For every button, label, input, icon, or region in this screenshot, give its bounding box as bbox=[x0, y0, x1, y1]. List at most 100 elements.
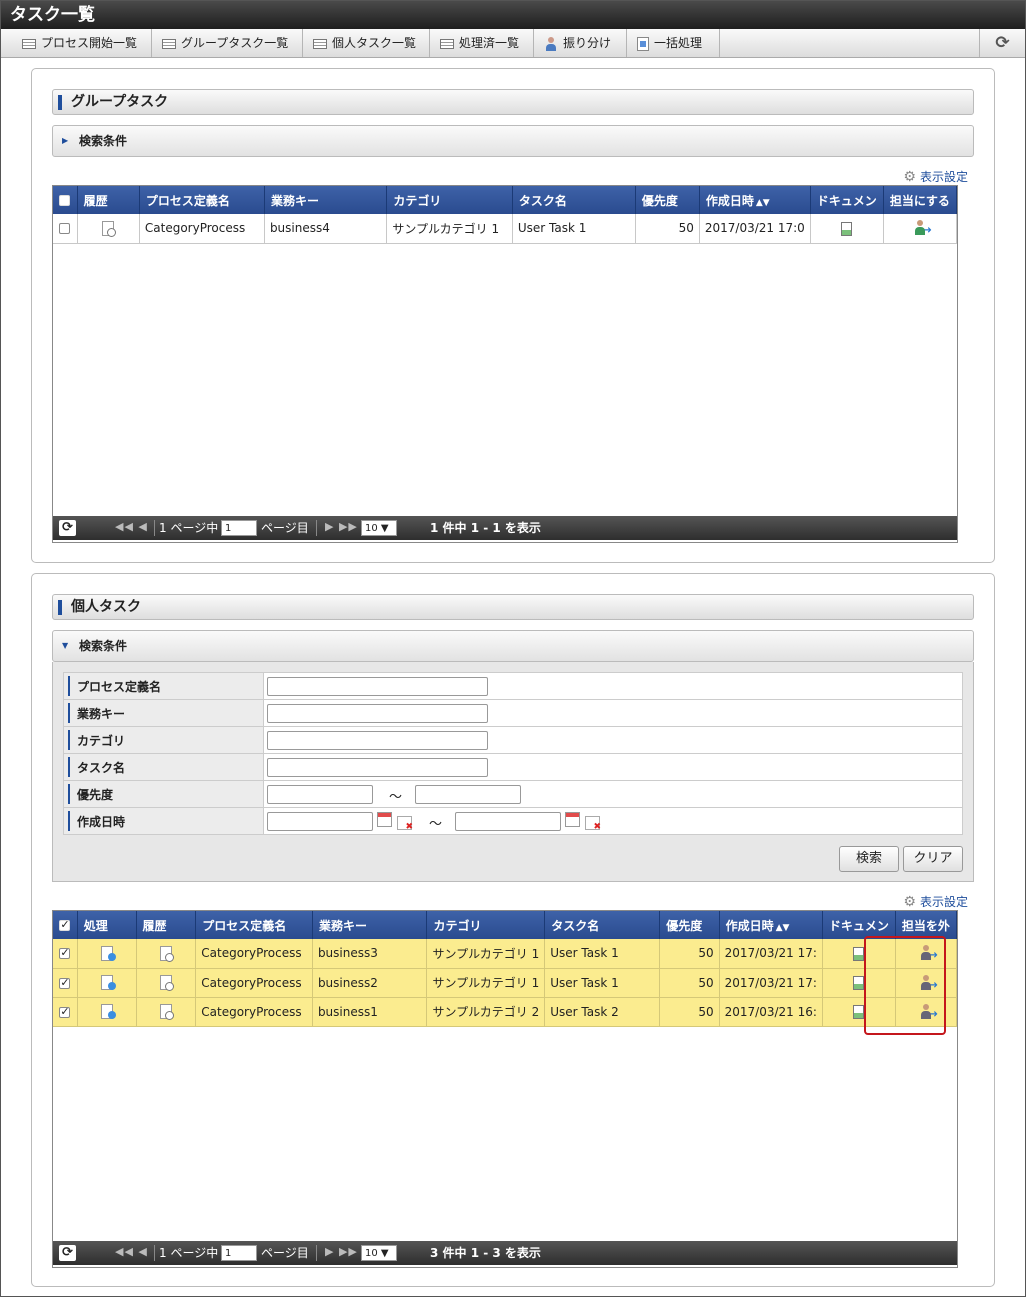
cell-key: business4 bbox=[264, 214, 388, 244]
history-icon[interactable] bbox=[136, 968, 197, 998]
gear-icon: ⚙ bbox=[903, 169, 916, 185]
col-unassign[interactable]: 担当を外 bbox=[895, 911, 958, 939]
process-icon[interactable] bbox=[77, 939, 137, 969]
calendar-icon[interactable] bbox=[565, 812, 580, 827]
col-process-name[interactable]: プロセス定義名 bbox=[195, 911, 313, 939]
table-row[interactable]: CategoryProcess business2 サンプルカテゴリ 1 Use… bbox=[53, 968, 958, 998]
col-priority[interactable]: 優先度 bbox=[659, 911, 720, 939]
process-name-input[interactable] bbox=[267, 677, 488, 696]
table-row[interactable]: CategoryProcess business4 サンプルカテゴリ 1 Use… bbox=[53, 214, 958, 244]
caret-down-icon: ▼ bbox=[62, 641, 69, 650]
col-business-key[interactable]: 業務キー bbox=[264, 186, 388, 214]
page-size-select[interactable]: 10 ▼ bbox=[361, 1245, 397, 1261]
toolbar-assign[interactable]: 振り分け bbox=[534, 29, 627, 57]
group-task-panel: グループタスク ▶ 検索条件 ⚙ 表示設定 履歴 プロセス定義名 業務キー カテゴリ… bbox=[31, 68, 995, 563]
priority-from-input[interactable] bbox=[267, 785, 373, 804]
table-row[interactable]: CategoryProcess business3 サンプルカテゴリ 1 Use… bbox=[53, 939, 958, 969]
cell-created: 2017/03/21 17: bbox=[719, 968, 823, 998]
cell-priority: 50 bbox=[659, 939, 720, 969]
clear-button[interactable]: クリア bbox=[903, 846, 963, 872]
cell-process: CategoryProcess bbox=[195, 997, 313, 1027]
toolbar-personal-task-list[interactable]: 個人タスク一覧 bbox=[303, 29, 430, 57]
col-created[interactable]: 作成日時 ▲▼ bbox=[699, 186, 811, 214]
first-prev-page-icon[interactable]: ◀◀ ◀ bbox=[115, 1245, 148, 1258]
label-business-key: 業務キー bbox=[63, 699, 264, 727]
toolbar-process-start-list[interactable]: プロセス開始一覧 bbox=[12, 29, 152, 57]
document-icon[interactable] bbox=[810, 214, 884, 244]
range-tilde: ～ bbox=[389, 790, 403, 805]
col-priority[interactable]: 優先度 bbox=[635, 186, 700, 214]
col-business-key[interactable]: 業務キー bbox=[312, 911, 428, 939]
calendar-icon[interactable] bbox=[377, 812, 392, 827]
clear-date-icon[interactable] bbox=[397, 816, 413, 832]
col-history[interactable]: 履歴 bbox=[77, 186, 140, 214]
row-checkbox[interactable] bbox=[53, 968, 78, 998]
pager-summary: 1 件中 1 - 1 を表示 bbox=[430, 521, 541, 535]
group-display-settings[interactable]: ⚙ 表示設定 bbox=[903, 168, 968, 185]
history-icon[interactable] bbox=[136, 939, 197, 969]
clear-date-icon[interactable] bbox=[585, 816, 601, 832]
toolbar-bulk-process[interactable]: 一括処理 bbox=[627, 29, 720, 57]
document-icon bbox=[637, 36, 649, 51]
page-suffix: ページ目 bbox=[261, 1246, 309, 1260]
group-search-toggle[interactable]: ▶ 検索条件 bbox=[52, 125, 974, 157]
highlight-box bbox=[864, 936, 946, 1035]
personal-display-settings[interactable]: ⚙ 表示設定 bbox=[903, 893, 968, 910]
row-checkbox[interactable] bbox=[53, 997, 78, 1027]
process-icon[interactable] bbox=[77, 997, 137, 1027]
created-to-input[interactable] bbox=[455, 812, 561, 831]
col-task-name[interactable]: タスク名 bbox=[512, 186, 636, 214]
select-all-checkbox[interactable] bbox=[53, 911, 78, 939]
created-from-input[interactable] bbox=[267, 812, 373, 831]
col-process-name[interactable]: プロセス定義名 bbox=[139, 186, 265, 214]
history-icon[interactable] bbox=[77, 214, 140, 244]
caret-right-icon: ▶ bbox=[62, 136, 69, 145]
cell-task: User Task 2 bbox=[544, 997, 661, 1027]
sort-icon: ▲▼ bbox=[755, 197, 770, 208]
toolbar-group-task-list[interactable]: グループタスク一覧 bbox=[152, 29, 303, 57]
category-input[interactable] bbox=[267, 731, 488, 750]
col-document[interactable]: ドキュメン bbox=[810, 186, 884, 214]
refresh-icon[interactable]: ⟳ bbox=[979, 29, 1025, 57]
page-number-input[interactable]: 1 bbox=[221, 520, 257, 536]
cell-key: business3 bbox=[312, 939, 428, 969]
row-checkbox[interactable] bbox=[53, 939, 78, 969]
cell-created: 2017/03/21 16: bbox=[719, 997, 823, 1027]
page-size-select[interactable]: 10 ▼ bbox=[361, 520, 397, 536]
refresh-icon[interactable]: ⟳ bbox=[59, 520, 76, 536]
group-pager: ⟳ ◀◀ ◀ 1 ページ中 1 ページ目 ▶ ▶▶ 10 ▼ 1 件中 1 - … bbox=[53, 516, 957, 540]
col-task-name[interactable]: タスク名 bbox=[544, 911, 661, 939]
col-category[interactable]: カテゴリ bbox=[386, 186, 513, 214]
list-icon bbox=[22, 38, 36, 49]
business-key-input[interactable] bbox=[267, 704, 488, 723]
assign-self-icon[interactable]: ➜ bbox=[883, 214, 958, 244]
col-process[interactable]: 処理 bbox=[77, 911, 137, 939]
next-last-page-icon[interactable]: ▶ ▶▶ bbox=[325, 1245, 358, 1258]
first-prev-page-icon[interactable]: ◀◀ ◀ bbox=[115, 520, 148, 533]
col-history[interactable]: 履歴 bbox=[136, 911, 197, 939]
cell-key: business1 bbox=[312, 997, 428, 1027]
col-assign[interactable]: 担当にする bbox=[883, 186, 958, 214]
col-category[interactable]: カテゴリ bbox=[426, 911, 546, 939]
cell-task: User Task 1 bbox=[544, 968, 661, 998]
row-checkbox[interactable] bbox=[53, 214, 78, 244]
history-icon[interactable] bbox=[136, 997, 197, 1027]
process-icon[interactable] bbox=[77, 968, 137, 998]
group-grid-header: 履歴 プロセス定義名 業務キー カテゴリ タスク名 優先度 作成日時 ▲▼ ドキュ… bbox=[53, 186, 958, 214]
next-last-page-icon[interactable]: ▶ ▶▶ bbox=[325, 520, 358, 533]
col-created[interactable]: 作成日時 ▲▼ bbox=[719, 911, 823, 939]
search-button[interactable]: 検索 bbox=[839, 846, 899, 872]
page-number-input[interactable]: 1 bbox=[221, 1245, 257, 1261]
toolbar-processed-list[interactable]: 処理済一覧 bbox=[430, 29, 534, 57]
cell-task: User Task 1 bbox=[544, 939, 661, 969]
cell-category: サンプルカテゴリ 1 bbox=[426, 968, 546, 998]
select-all-checkbox[interactable] bbox=[53, 186, 78, 214]
table-row[interactable]: CategoryProcess business1 サンプルカテゴリ 2 Use… bbox=[53, 997, 958, 1027]
col-document[interactable]: ドキュメン bbox=[822, 911, 896, 939]
personal-grid-header: 処理 履歴 プロセス定義名 業務キー カテゴリ タスク名 優先度 作成日時▲▼ … bbox=[53, 911, 958, 939]
cell-category: サンプルカテゴリ 1 bbox=[426, 939, 546, 969]
refresh-icon[interactable]: ⟳ bbox=[59, 1245, 76, 1261]
task-name-input[interactable] bbox=[267, 758, 488, 777]
priority-to-input[interactable] bbox=[415, 785, 521, 804]
personal-search-toggle[interactable]: ▼ 検索条件 bbox=[52, 630, 974, 662]
